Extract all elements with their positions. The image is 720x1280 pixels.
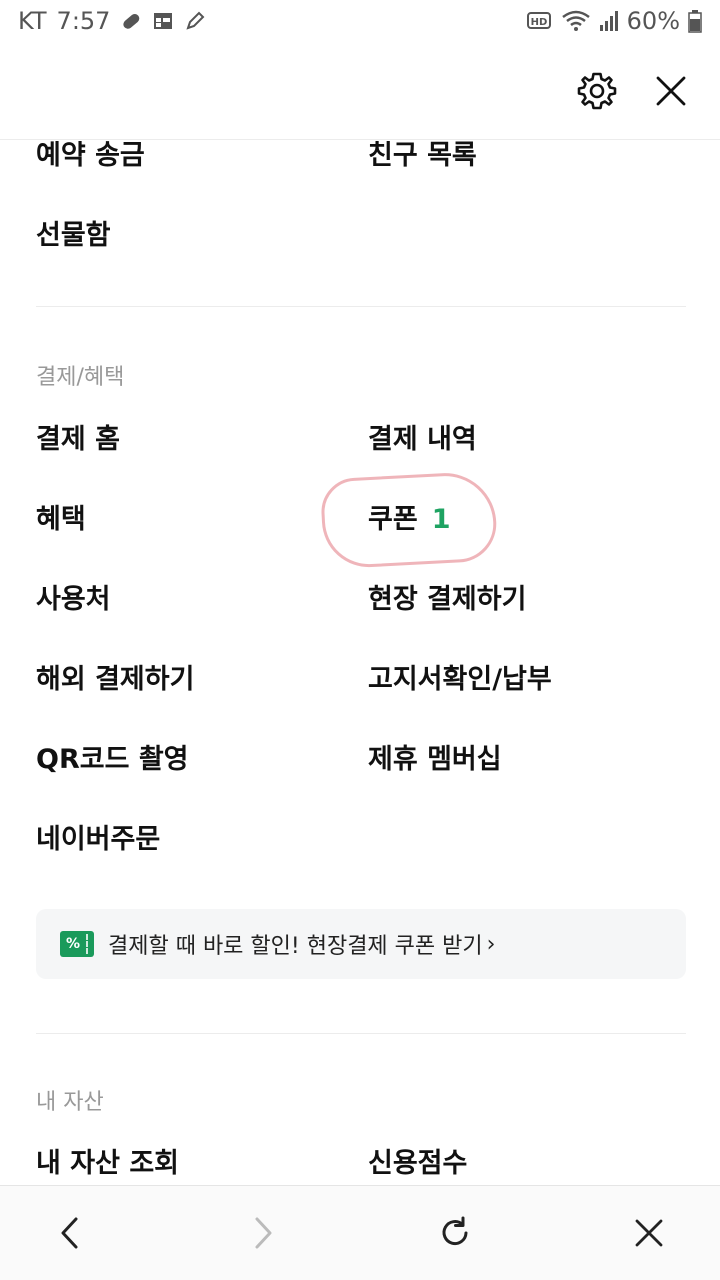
pill-icon <box>120 10 142 32</box>
menu-item-reserved-transfer[interactable]: 예약 송금 <box>36 141 145 181</box>
clock: 7:57 <box>56 7 111 35</box>
section-title-payment: 결제/혜택 <box>36 365 125 390</box>
signal-icon <box>599 10 619 32</box>
close-browser-button[interactable] <box>624 1208 674 1258</box>
menu-item-asset-lookup[interactable]: 내 자산 조회 <box>36 1139 179 1185</box>
menu-item-partner-membership[interactable]: 제휴 멤버십 <box>368 735 502 785</box>
battery-icon <box>688 9 702 33</box>
coupon-ticket-icon: % <box>60 931 94 957</box>
refresh-button[interactable] <box>430 1208 480 1258</box>
menu-item-overseas-payment[interactable]: 해외 결제하기 <box>36 655 194 705</box>
menu-item-gift-box[interactable]: 선물함 <box>36 211 111 261</box>
status-bar: KT 7:57 HD 60% <box>0 0 720 42</box>
menu-item-onsite-payment[interactable]: 현장 결제하기 <box>368 575 526 625</box>
close-menu-button[interactable] <box>648 68 694 114</box>
carrier-label: KT <box>18 7 47 35</box>
menu-item-merchants[interactable]: 사용처 <box>36 575 111 625</box>
hd-icon: HD <box>526 10 553 32</box>
section-title-assets: 내 자산 <box>36 1090 104 1115</box>
menu-item-bill-check[interactable]: 고지서확인/납부 <box>368 655 552 705</box>
menu-item-qr-scan[interactable]: QR코드 촬영 <box>36 735 189 785</box>
section-divider <box>36 306 686 307</box>
menu-item-payment-history[interactable]: 결제 내역 <box>368 415 477 465</box>
chevron-left-icon <box>61 1217 78 1249</box>
browser-nav-bar <box>0 1185 720 1280</box>
svg-text:HD: HD <box>530 17 547 28</box>
close-icon <box>635 1219 663 1247</box>
close-icon <box>656 76 686 106</box>
battery-percent: 60% <box>626 7 680 35</box>
coupon-promo-banner[interactable]: % 결제할 때 바로 할인! 현장결제 쿠폰 받기 › <box>36 909 686 979</box>
chevron-right-icon: › <box>486 931 496 957</box>
calendar-icon <box>152 10 174 32</box>
menu-item-credit-score[interactable]: 신용점수 <box>368 1139 467 1185</box>
back-button[interactable] <box>45 1208 95 1258</box>
menu-content[interactable]: 예약 송금 친구 목록 선물함 결제/혜택 결제 홈 결제 내역 혜택 쿠폰 1 … <box>0 141 720 1185</box>
edit-icon <box>184 10 206 32</box>
chevron-right-icon <box>255 1217 272 1249</box>
menu-item-naver-order[interactable]: 네이버주문 <box>36 815 160 865</box>
refresh-icon <box>442 1216 468 1246</box>
menu-item-payment-home[interactable]: 결제 홈 <box>36 415 120 465</box>
menu-item-friend-list[interactable]: 친구 목록 <box>368 141 477 181</box>
menu-header <box>0 42 720 140</box>
wifi-icon <box>561 9 591 33</box>
forward-button[interactable] <box>238 1208 288 1258</box>
settings-button[interactable] <box>574 68 620 114</box>
coupon-annotation-circle <box>319 470 499 570</box>
section-divider <box>36 1033 686 1034</box>
promo-text: 결제할 때 바로 할인! 현장결제 쿠폰 받기 <box>108 934 483 959</box>
menu-item-benefits[interactable]: 혜택 <box>36 495 86 545</box>
gear-icon <box>577 72 617 110</box>
